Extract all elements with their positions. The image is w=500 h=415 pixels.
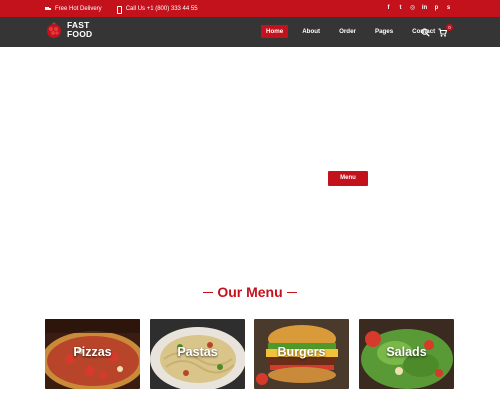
logo-text: FAST FOOD [67,21,92,39]
skype-icon[interactable]: s [445,5,452,12]
menu-card-label: Burgers [277,345,326,359]
nav-pages[interactable]: Pages [370,25,398,38]
site-header: FAST FOOD Home About Order Pages Contact [0,17,500,47]
truck-icon [45,6,51,12]
nav-order[interactable]: Order [334,25,361,38]
menu-card-label: Pastas [177,345,218,359]
menu-card-pizzas[interactable]: Pizzas [45,319,140,389]
menu-card-burgers[interactable]: Burgers [254,319,349,389]
cart-count-badge: 0 [446,24,453,31]
delivery-text: Free Hot Delivery [55,5,102,12]
pinterest-icon[interactable]: p [433,5,440,12]
nav-home[interactable]: Home [261,25,289,38]
phone-icon [116,5,122,14]
search-icon[interactable] [421,28,430,37]
linkedin-icon[interactable]: in [421,5,428,12]
menu-card-salads[interactable]: Salads [359,319,454,389]
twitter-icon[interactable]: t [397,5,404,12]
hero-title: Best Quality Good Taste [262,86,432,154]
menu-section-title: Our Menu [203,284,298,300]
instagram-icon[interactable]: ◎ [409,5,416,12]
menu-card-pastas[interactable]: Pastas [150,319,245,389]
delivery-info: Free Hot Delivery [45,6,102,12]
social-links: f t ◎ in p s [385,0,452,17]
hero-title-line-1: Best Quality [271,88,423,118]
raspberry-logo-icon [47,22,61,38]
phone-info[interactable]: Call Us +1 (800) 333 44 55 [116,5,198,14]
nav-about[interactable]: About [297,25,325,38]
facebook-icon[interactable]: f [385,5,392,12]
hero-title-line-2: Good Taste [276,122,418,152]
menu-button[interactable]: Menu [328,171,368,186]
menu-card-label: Salads [386,345,427,359]
menu-card-label: Pizzas [73,345,112,359]
site-logo[interactable]: FAST FOOD [45,21,92,39]
menu-category-list: Pizzas Pastas Burgers Salads [45,319,455,389]
menu-heading: Our Menu [0,284,500,302]
logo-line-2: FOOD [67,29,93,39]
phone-text[interactable]: Call Us +1 (800) 333 44 55 [126,6,198,12]
top-bar: Free Hot Delivery Call Us +1 (800) 333 4… [0,0,500,17]
